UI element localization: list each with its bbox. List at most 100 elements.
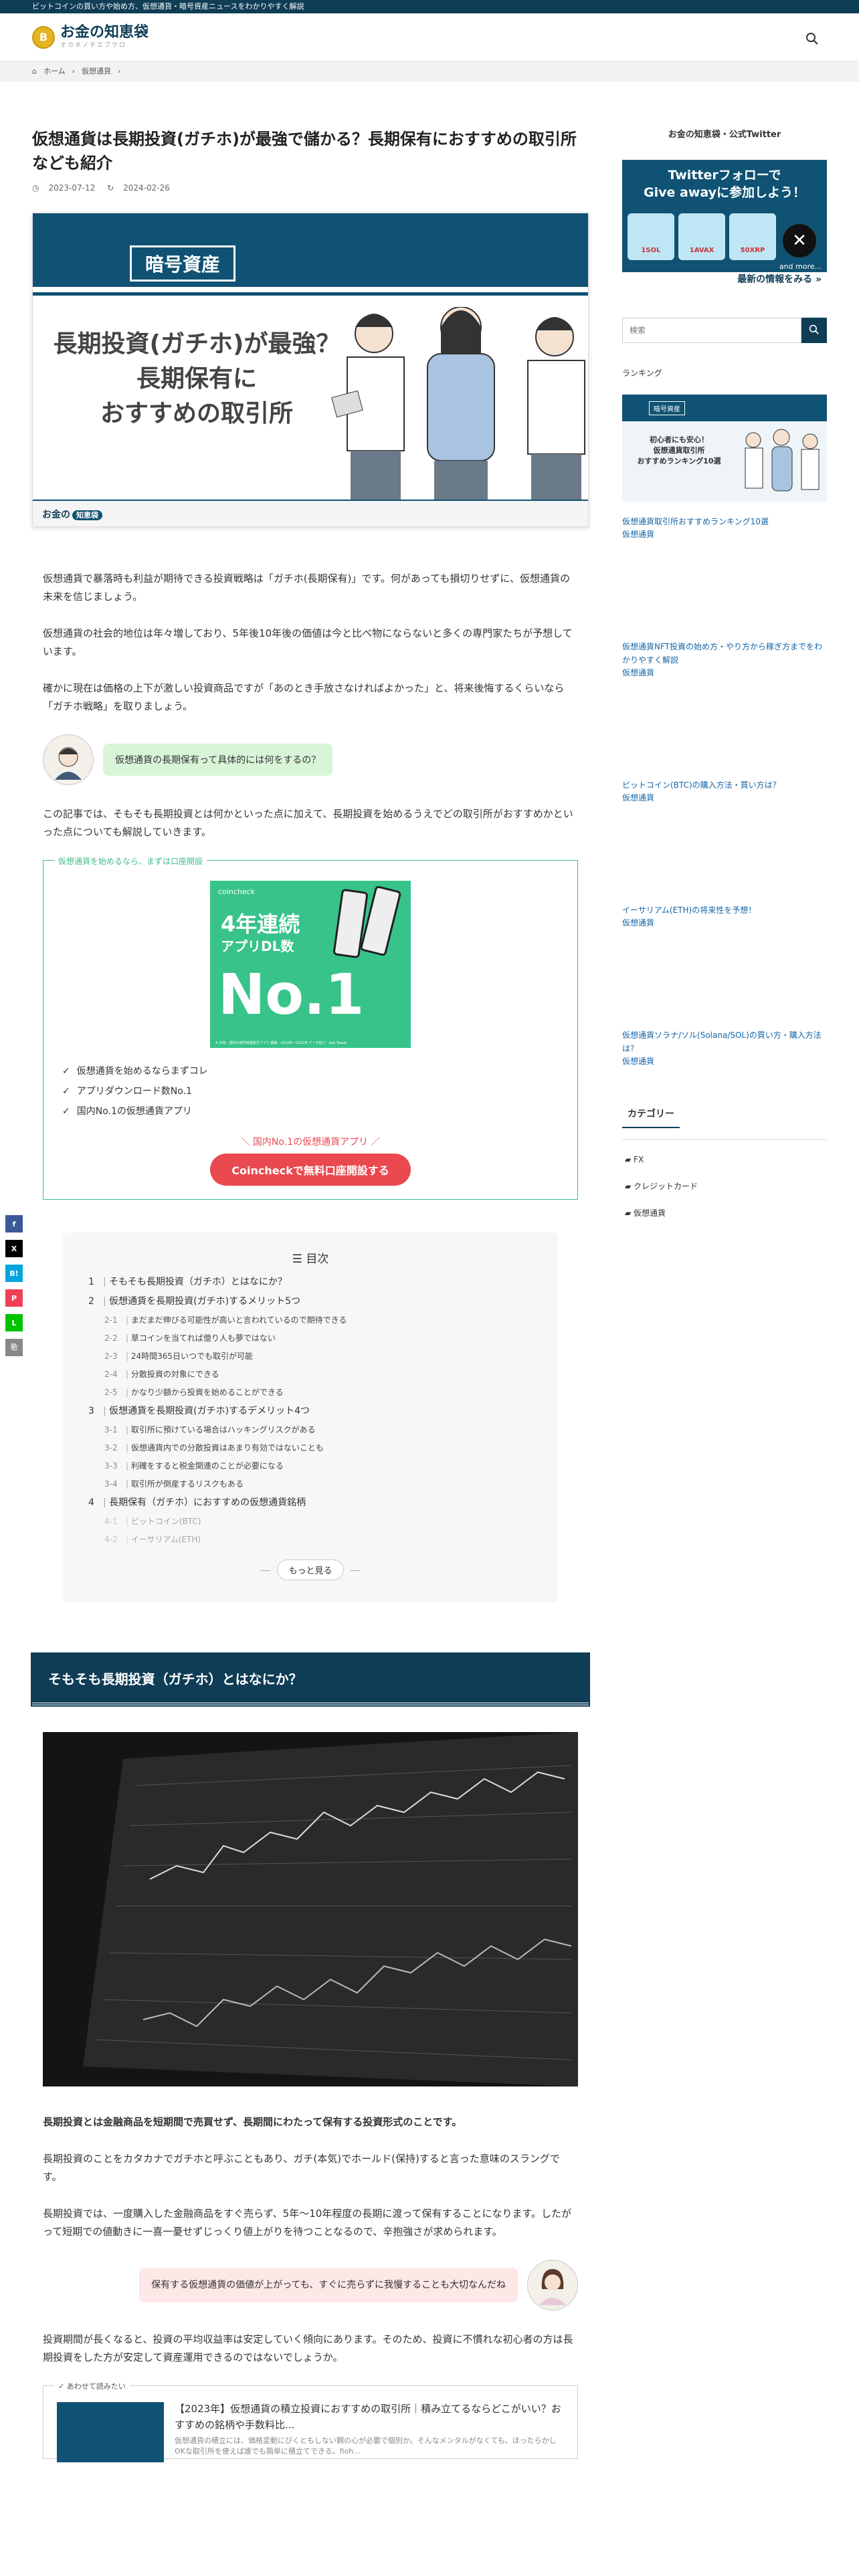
ad-box-label: 仮想通貨を始めるなら、まずは口座開設 (54, 855, 207, 867)
comment-bubble: 保有する仮想通貨の価値が上がっても、すぐに売らずに我慢することも大切なんだね (139, 2268, 518, 2302)
ranking-item-category[interactable]: 仮想通貨 (622, 917, 827, 928)
logo-subtitle: オカネノチエブクロ (60, 42, 127, 49)
toc-item[interactable]: 3-3 | 利確をすると税金関連のことが必要になる (88, 1457, 533, 1475)
toc-item[interactable]: 3-2 | 仮想通貨内での分散投資はあまり有効ではないことも (88, 1439, 533, 1457)
toc-item-label: かなり少額から投資を始めることができる (130, 1388, 284, 1397)
toc-item[interactable]: 4-2 | イーサリアム(ETH) (88, 1531, 533, 1549)
toc-item[interactable]: 2-1 | まだまだ伸びる可能性が高いと言われているので期待できる (88, 1311, 533, 1329)
ranking-item-title[interactable]: 仮想通貨ソラナ/ソル(Solana/SOL)の買い方・購入方法は？ (622, 1029, 827, 1055)
twitter-giveaway-banner[interactable]: Twitterフォローで Give awayに参加しよう！ 1SOL 1AVAX … (622, 160, 827, 287)
ranking-thumb-tag: 暗号資産 (649, 401, 685, 415)
ranking-item-title[interactable]: ビットコイン(BTC)の購入方法・買い方は？ (622, 778, 827, 792)
breadcrumb-home[interactable]: ホーム (43, 67, 66, 76)
x-logo-icon: ✕ (783, 224, 816, 257)
facebook-share-icon[interactable]: f (5, 1215, 23, 1232)
search-icon[interactable] (805, 32, 819, 45)
ad-point: 仮想通貨を始めるならまずコレ (62, 1061, 561, 1081)
toc-item[interactable]: 4-1 | ビットコイン(BTC) (88, 1513, 533, 1531)
toc-item-number: 2-5 (104, 1388, 118, 1397)
sidebar-search-input[interactable] (622, 318, 801, 343)
toc-item-label: 取引所が倒産するリスクもある (130, 1479, 244, 1489)
ranking-item: 仮想通貨取引所おすすめランキング10選 仮想通貨 (622, 515, 827, 540)
toc-item-number: 1 (88, 1277, 94, 1287)
logo-coin-icon: B (32, 25, 55, 49)
coincheck-banner[interactable]: coincheck 4年連続 アプリDL数 No.1 ※ 対象：国内の暗号資産取… (210, 881, 411, 1048)
site-logo[interactable]: B お金の知恵袋 オカネノチエブクロ (32, 25, 149, 49)
pocket-share-icon[interactable]: P (5, 1289, 23, 1307)
refresh-icon: ↻ (107, 183, 114, 193)
toc-more-button[interactable]: もっと見る (277, 1560, 344, 1580)
top-announcement-bar: ビットコインの買い方や始め方、仮想通貨・暗号資産ニュースをわかりやすく解説 (0, 0, 859, 13)
toc-list: 1 | そもそも長期投資（ガチホ）とはなにか？ 2 | 仮想通貨を長期投資(ガチホ)す… (88, 1273, 533, 1549)
related-article-card[interactable]: ✓ あわせて読みたい 【2023年】仮想通貨の積立投資におすすめの取引所｜積み立… (43, 2381, 578, 2462)
toc-item[interactable]: 3-1 | 取引所に預けている場合はハッキングリスクがある (88, 1421, 533, 1439)
toc-item-number: 2-3 (104, 1352, 118, 1361)
eyecatch-title: 長期投資(ガチホ)が最強？ 長期保有に おすすめの取引所 (53, 330, 341, 427)
hatena-share-icon[interactable]: B! (5, 1265, 23, 1282)
eyecatch-brand: お金の 知恵袋 (33, 500, 588, 526)
toc-item[interactable]: 1 | そもそも長期投資（ガチホ）とはなにか？ (88, 1273, 533, 1292)
business-people-illustration (331, 307, 585, 501)
toc-item-label: イーサリアム(ETH) (130, 1535, 201, 1544)
toc-item[interactable]: 3-4 | 取引所が倒産するリスクもある (88, 1475, 533, 1493)
chevron-right-icon: › (72, 67, 76, 76)
ranking-item-title[interactable]: イーサリアム(ETH)の将来性を予想！ (622, 903, 827, 917)
toc-item-label: 仮想通貨を長期投資(ガチホ)するメリット5つ (109, 1296, 301, 1307)
twitter-banner-text: Twitterフォローで Give awayに参加しよう！ (644, 168, 805, 200)
intro-paragraph: 確かに現在は価格の上下が激しい投資商品ですが「あのとき手放さなければよかった」と… (43, 682, 565, 712)
category-item-crypto[interactable]: ▰ 仮想通貨 (622, 1200, 827, 1226)
related-thumbnail[interactable] (57, 2402, 164, 2462)
toc-item-number: 4 (88, 1497, 94, 1508)
ranking-item: イーサリアム(ETH)の将来性を予想！ 仮想通貨 (622, 903, 827, 928)
article-main: 仮想通貨は長期投資(ガチホ)が最強で儲かる？長期保有におすすめの取引所なども紹介… (32, 127, 589, 2462)
section-paragraph: 長期投資とは金融商品を短期間で売買せず、長期間にわたって保有する投資形式のことで… (43, 2116, 462, 2128)
breadcrumb-current[interactable]: 仮想通貨 (82, 67, 111, 76)
line-share-icon[interactable]: L (5, 1314, 23, 1331)
ad-point: 国内No.1の仮想通貨アプリ (62, 1101, 561, 1121)
ranking-item-title[interactable]: 仮想通貨NFT投資の始め方・やり方から稼ぎ方までをわかりやすく解説 (622, 640, 827, 667)
toc-item[interactable]: 2-5 | かなり少額から投資を始めることができる (88, 1384, 533, 1402)
section-paragraph: 投資期間が長くなると、投資の平均収益率は安定していく傾向にあります。そのため、投… (43, 2333, 573, 2363)
toc-item-label: 仮想通貨を長期投資(ガチホ)するデメリット4つ (109, 1406, 310, 1416)
ad-headline-3: No.1 (218, 962, 365, 1027)
ranking-item: ビットコイン(BTC)の購入方法・買い方は？ 仮想通貨 (622, 778, 827, 803)
open-account-button[interactable]: Coincheckで無料口座開設する (210, 1154, 411, 1186)
table-of-contents: ☰ 目次 1 | そもそも長期投資（ガチホ）とはなにか？ 2 | 仮想通貨を長期投資(… (64, 1233, 557, 1600)
ranking-item-category[interactable]: 仮想通貨 (622, 1055, 827, 1067)
related-title[interactable]: 【2023年】仮想通貨の積立投資におすすめの取引所｜積み立てるならどこがいい？お… (175, 2401, 564, 2433)
twitter-banner-more: 最新の情報をみる » (622, 272, 827, 287)
x-share-icon[interactable]: X (5, 1240, 23, 1257)
sidebar-search-button[interactable] (801, 318, 827, 343)
question-bubble: 仮想通貨の長期保有って具体的には何をするの？ (103, 744, 333, 776)
toc-item[interactable]: 2-2 | 草コインを当てれば億り人も夢ではない (88, 1329, 533, 1348)
twitter-widget-heading: お金の知恵袋・公式Twitter (668, 130, 781, 140)
folder-icon: ▰ (625, 1155, 634, 1164)
article-meta: ◷ 2023-07-12 ↻ 2024-02-26 (32, 183, 589, 193)
toc-item[interactable]: 2-3 | 24時間365日いつでも取引が可能 (88, 1348, 533, 1366)
category-item-fx[interactable]: ▰ FX (622, 1146, 827, 1173)
category-item-credit-card[interactable]: ▰ クレジットカード (622, 1173, 827, 1200)
toc-item-number: 4-2 (104, 1535, 118, 1544)
toc-item-number: 3 (88, 1406, 94, 1416)
ranking-item-category[interactable]: 仮想通貨 (622, 792, 827, 803)
intro-paragraph: 仮想通貨で暴落時も利益が期待できる投資戦略は「ガチホ(長期保有)」です。何があっ… (43, 572, 570, 603)
toc-item-label: 長期保有（ガチホ）におすすめの仮想通貨銘柄 (109, 1497, 306, 1508)
related-description: 仮想通貨の積立には、価格変動にびくともしない鋼の心が必要で個別か。そんなメンタル… (175, 2436, 557, 2456)
ranking-item-title[interactable]: 仮想通貨取引所おすすめランキング10選 (622, 515, 827, 528)
toc-item-label: ビットコイン(BTC) (130, 1517, 201, 1526)
logo-title: お金の知恵袋 (60, 24, 149, 41)
toc-item[interactable]: 2 | 仮想通貨を長期投資(ガチホ)するメリット5つ (88, 1292, 533, 1311)
ranking-item-category[interactable]: 仮想通貨 (622, 667, 827, 678)
toc-item[interactable]: 3 | 仮想通貨を長期投資(ガチホ)するデメリット4つ (88, 1402, 533, 1421)
breadcrumb: ⌂ ホーム › 仮想通貨 › (0, 62, 859, 82)
category-list: ▰ FX ▰ クレジットカード ▰ 仮想通貨 (622, 1146, 827, 1226)
ranking-item-category[interactable]: 仮想通貨 (622, 528, 827, 540)
toc-item[interactable]: 2-4 | 分散投資の対象にできる (88, 1366, 533, 1384)
twitter-banner-and-more: and more... (779, 262, 822, 271)
toc-item-number: 3-1 (104, 1425, 118, 1434)
ranking-thumbnail[interactable]: 暗号資産 初心者にも安心！ 仮想通貨取引所 おすすめランキング10選 (622, 395, 827, 502)
copy-link-icon[interactable]: ⎘ (5, 1339, 23, 1356)
folder-icon: ▰ (625, 1208, 634, 1218)
toc-item[interactable]: 4 | 長期保有（ガチホ）におすすめの仮想通貨銘柄 (88, 1493, 533, 1513)
ranking-heading: ランキング (622, 368, 662, 378)
